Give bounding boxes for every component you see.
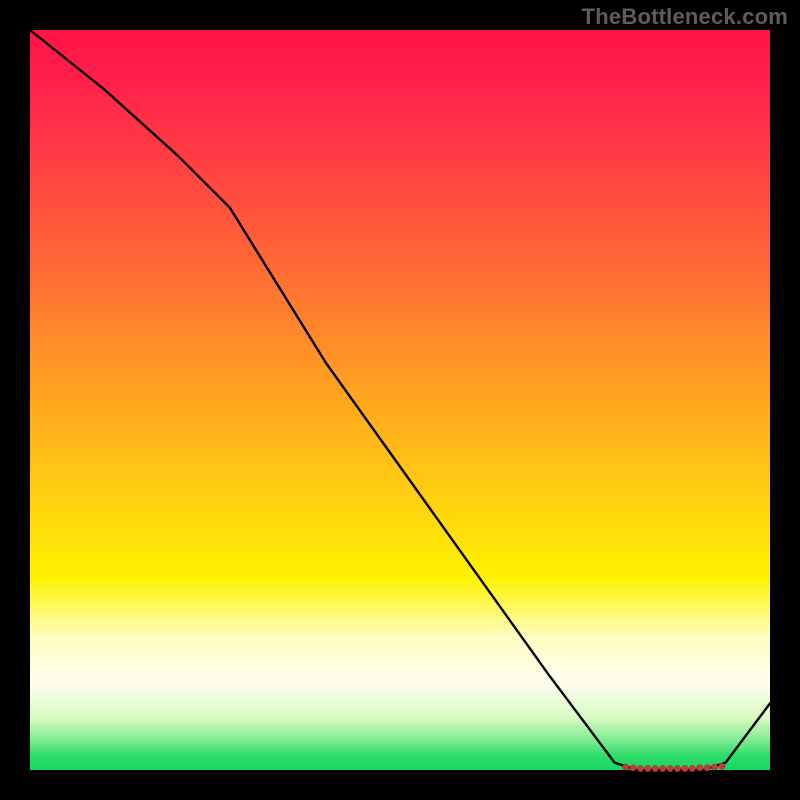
watermark-text: TheBottleneck.com bbox=[582, 4, 788, 30]
marker-dot bbox=[660, 765, 666, 771]
marker-dot bbox=[682, 765, 688, 771]
chart-frame: TheBottleneck.com bbox=[0, 0, 800, 800]
plot-area bbox=[30, 30, 770, 770]
marker-dot bbox=[689, 765, 695, 771]
marker-dot bbox=[719, 763, 725, 769]
marker-dot bbox=[667, 765, 673, 771]
marker-dot bbox=[674, 765, 680, 771]
marker-dot bbox=[637, 765, 643, 771]
marker-dot bbox=[652, 765, 658, 771]
chart-svg bbox=[30, 30, 770, 770]
marker-dot bbox=[630, 765, 636, 771]
marker-dot bbox=[623, 764, 629, 770]
marker-dot bbox=[711, 764, 717, 770]
marker-dot bbox=[697, 765, 703, 771]
marker-dot bbox=[704, 765, 710, 771]
marker-dot bbox=[645, 765, 651, 771]
curve-line bbox=[30, 30, 770, 770]
